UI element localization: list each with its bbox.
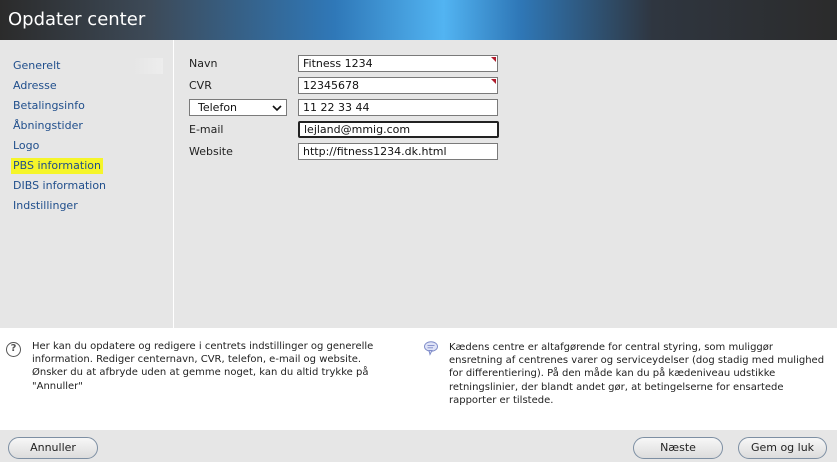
sidebar-item-betalingsinfo[interactable]: Betalingsinfo <box>13 98 85 114</box>
email-label: E-mail <box>189 123 224 136</box>
info-panel: ? Her kan du opdatere og redigere i cent… <box>0 328 837 430</box>
name-field-value: Fitness 1234 <box>303 57 373 70</box>
cvr-field[interactable]: 12345678 <box>298 77 498 94</box>
help-text: Her kan du opdatere og redigere i centre… <box>32 341 374 392</box>
sidebar-item-adresse[interactable]: Adresse <box>13 78 57 94</box>
window-title: Opdater center <box>8 9 146 30</box>
phone-type-select[interactable]: Telefon <box>189 99 287 116</box>
form-panel: Navn Fitness 1234 CVR 12345678 Telefon 1… <box>174 40 837 328</box>
name-label: Navn <box>189 57 218 70</box>
email-field-value: lejland@mmig.com <box>304 123 411 136</box>
website-label: Website <box>189 145 233 158</box>
phone-field[interactable]: 11 22 33 44 <box>298 99 498 116</box>
tip-text: Kædens centre er altafgørende for centra… <box>449 342 825 406</box>
chevron-down-icon <box>272 105 282 112</box>
cvr-label: CVR <box>189 79 212 92</box>
footer-bar: Annuller Næste Gem og luk <box>0 430 837 462</box>
phone-type-value: Telefon <box>198 101 238 114</box>
cancel-button[interactable]: Annuller <box>8 437 98 459</box>
website-field[interactable]: http://fitness1234.dk.html <box>298 143 498 160</box>
speech-bubble-icon <box>424 341 438 356</box>
required-marker-icon <box>491 57 496 62</box>
sidebar-item-pbs-information[interactable]: PBS information <box>11 158 103 174</box>
required-marker-icon <box>491 79 496 84</box>
title-bar: Opdater center <box>0 0 837 40</box>
email-field[interactable]: lejland@mmig.com <box>298 121 499 138</box>
sidebar-item-dibs-information[interactable]: DIBS information <box>13 178 106 194</box>
sidebar-item-aabningstider[interactable]: Åbningstider <box>13 118 83 134</box>
sidebar-nav: Generelt Adresse Betalingsinfo Åbningsti… <box>0 40 173 328</box>
sidebar-item-generelt[interactable]: Generelt <box>13 58 163 74</box>
name-field[interactable]: Fitness 1234 <box>298 55 498 72</box>
help-icon: ? <box>6 342 21 357</box>
website-field-value: http://fitness1234.dk.html <box>303 145 447 158</box>
save-and-close-button[interactable]: Gem og luk <box>738 437 827 459</box>
sidebar-item-logo[interactable]: Logo <box>13 138 39 154</box>
next-button[interactable]: Næste <box>633 437 723 459</box>
phone-field-value: 11 22 33 44 <box>303 101 370 114</box>
cvr-field-value: 12345678 <box>303 79 359 92</box>
sidebar-item-indstillinger[interactable]: Indstillinger <box>13 198 78 214</box>
